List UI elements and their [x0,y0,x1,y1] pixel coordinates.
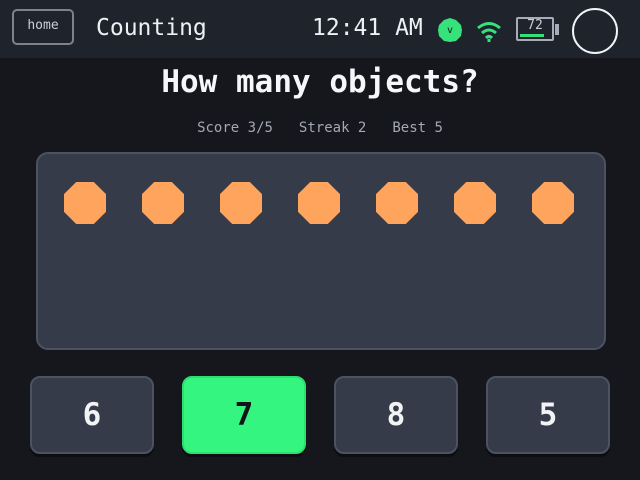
question-title: How many objects? [161,64,479,100]
counting-screen: home Counting 12:41 AM v 72 How many obj… [0,0,640,480]
home-button[interactable]: home [12,9,74,45]
app-title: Counting [96,15,207,41]
user-initial: v [447,25,453,36]
battery-tip [555,24,559,35]
counting-object [376,182,418,224]
counting-object [64,182,106,224]
answer-button-7[interactable]: 7 [182,376,306,454]
counting-object [454,182,496,224]
answer-button-5[interactable]: 5 [486,376,610,454]
stats-line: Score 3/5 Streak 2 Best 5 [0,118,640,138]
answer-button-6[interactable]: 6 [30,376,154,454]
counting-object [298,182,340,224]
battery-level-text: 72 [527,18,543,33]
counting-object [142,182,184,224]
battery-icon: 72 [516,17,560,43]
streak-text: Streak 2 [298,120,367,136]
wifi-icon [477,22,501,42]
answer-button-8[interactable]: 8 [334,376,458,454]
counting-object [532,182,574,224]
clock: 12:41 AM [312,15,423,41]
score-text: Score 3/5 [197,120,273,136]
status-bar: home Counting 12:41 AM v 72 [0,0,640,58]
power-circle-icon[interactable] [572,8,618,54]
best-text: Best 5 [392,120,443,136]
battery-level-fill [520,34,545,37]
counting-object [220,182,262,224]
user-badge-icon[interactable]: v [437,17,463,43]
objects-panel [36,152,606,350]
